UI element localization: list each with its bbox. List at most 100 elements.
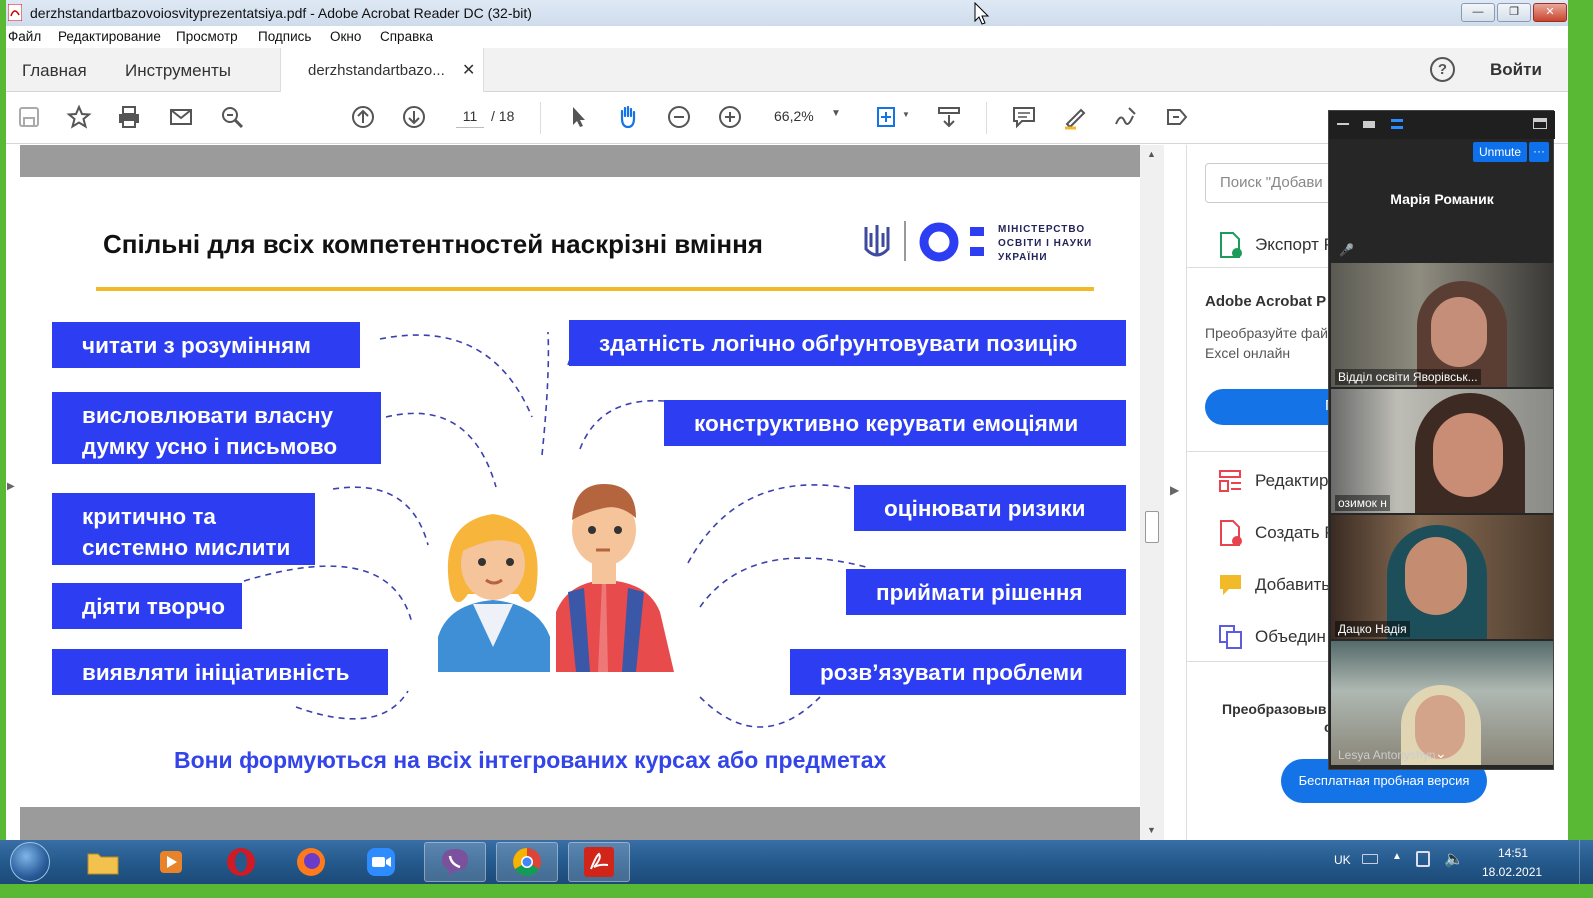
menu-bar: Файл Редактирование Просмотр Подпись Окн…	[6, 26, 1568, 48]
close-tab-icon[interactable]: ✕	[462, 60, 475, 80]
tab-document[interactable]: derzhstandartbazo... ✕	[280, 48, 484, 92]
pane-divider	[1187, 267, 1347, 268]
zoom-in-icon[interactable]	[715, 102, 745, 132]
edit-pdf-icon[interactable]	[1217, 467, 1245, 495]
keyboard-icon[interactable]	[1362, 854, 1378, 864]
save-icon[interactable]	[14, 102, 44, 132]
zoom-level[interactable]: 66,2%	[774, 108, 814, 124]
menu-file[interactable]: Файл	[8, 29, 41, 44]
taskbar-opera[interactable]	[210, 842, 272, 882]
show-desktop-button[interactable]	[1579, 840, 1593, 884]
skill-box-right-3: оцінювати ризики	[854, 485, 1126, 531]
zoom-dropdown-icon[interactable]: ▼	[831, 108, 841, 119]
zoom-meeting-window[interactable]: Unmute ··· Марія Романик 🎤 Відділ освіти…	[1328, 110, 1555, 770]
skill-box-left-4: діяти творчо	[52, 583, 242, 629]
participant-name-1: Відділ освіти Яворівськ...	[1335, 369, 1481, 385]
select-cursor-icon[interactable]	[563, 102, 593, 132]
participant-tile-4[interactable]: Lesya Antonyshyn ⌄	[1331, 641, 1553, 765]
taskbar-firefox[interactable]	[280, 842, 342, 882]
email-icon[interactable]	[166, 102, 196, 132]
scroll-mode-icon[interactable]	[934, 102, 964, 132]
promo-title: Adobe Acrobat P	[1205, 293, 1327, 310]
scroll-down-icon[interactable]: ▼	[1147, 825, 1156, 835]
minimize-button[interactable]: —	[1461, 3, 1495, 22]
print-icon[interactable]	[114, 102, 144, 132]
start-button[interactable]	[10, 842, 50, 882]
zoom-out-icon[interactable]	[664, 102, 694, 132]
menu-view[interactable]: Просмотр	[176, 29, 238, 44]
expand-left-icon[interactable]: ▶	[7, 481, 15, 492]
taskbar-viber[interactable]	[424, 842, 486, 882]
fill-sign-icon[interactable]	[1162, 102, 1192, 132]
clock-date[interactable]: 18.02.2021	[1482, 865, 1542, 879]
create-pdf-label[interactable]: Создать P	[1255, 523, 1336, 543]
page-gap	[20, 145, 1140, 177]
help-icon[interactable]: ?	[1430, 57, 1455, 82]
scroll-thumb[interactable]	[1145, 511, 1159, 543]
acrobat-icon	[584, 847, 614, 877]
sign-icon[interactable]	[1111, 102, 1141, 132]
page-down-icon[interactable]	[399, 102, 429, 132]
fit-dropdown-icon[interactable]: ▼	[902, 110, 910, 119]
participant-tile-3[interactable]: Дацко Надія	[1331, 515, 1553, 639]
search-icon[interactable]	[217, 102, 247, 132]
participant-face-1	[1431, 297, 1487, 367]
zoom-minimize-icon[interactable]	[1337, 123, 1349, 125]
folder-icon	[87, 853, 119, 875]
document-viewer[interactable]: ▶ Спільні для всіх компетентностей наскр…	[6, 145, 1186, 840]
page-up-icon[interactable]	[348, 102, 378, 132]
taskbar-media[interactable]	[140, 842, 202, 882]
zoom-gallery-icon[interactable]	[1391, 119, 1403, 129]
taskbar-chrome[interactable]	[496, 842, 558, 882]
active-speaker-name: Марія Романик	[1390, 191, 1494, 207]
comment-icon[interactable]	[1009, 102, 1039, 132]
participant-name-4: Lesya Antonyshyn	[1338, 748, 1436, 762]
add-comment-icon[interactable]	[1217, 571, 1245, 599]
menu-sign[interactable]: Подпись	[258, 29, 311, 44]
tab-home[interactable]: Главная	[22, 61, 87, 81]
create-pdf-icon[interactable]	[1217, 519, 1245, 547]
language-indicator[interactable]: UK	[1334, 853, 1351, 867]
taskbar-explorer[interactable]	[72, 842, 134, 882]
network-icon[interactable]	[1416, 851, 1430, 867]
edit-pdf-label[interactable]: Редактир	[1255, 471, 1328, 491]
skill-text: діяти творчо	[82, 594, 226, 619]
combine-files-icon[interactable]	[1217, 623, 1245, 651]
title-bar: derzhstandartbazovoiosvityprezentatsiya.…	[6, 0, 1568, 26]
restore-button[interactable]: ❐	[1497, 3, 1531, 22]
fit-page-icon[interactable]	[872, 102, 902, 132]
taskbar-acrobat[interactable]	[568, 842, 630, 882]
add-comment-label[interactable]: Добавить	[1255, 575, 1330, 595]
hand-tool-icon[interactable]	[613, 102, 643, 132]
combine-files-label[interactable]: Объедин	[1255, 627, 1326, 647]
tray-expand-icon[interactable]: ▲	[1392, 851, 1402, 862]
menu-help[interactable]: Справка	[380, 29, 433, 44]
zoom-exit-mini-icon[interactable]	[1533, 118, 1547, 129]
bookmark-star-icon[interactable]	[64, 102, 94, 132]
volume-icon[interactable]: 🔈	[1444, 849, 1464, 869]
export-pdf-label[interactable]: Экспорт P	[1255, 235, 1335, 255]
participant-tile-2[interactable]: озимок н	[1331, 389, 1553, 513]
taskbar-zoom[interactable]	[350, 842, 412, 882]
participant-name-3: Дацко Надія	[1335, 621, 1410, 637]
participant-tile-1[interactable]: Відділ освіти Яворівськ...	[1331, 263, 1553, 387]
signin-link[interactable]: Войти	[1490, 60, 1542, 80]
more-options-button[interactable]: ···	[1529, 142, 1549, 162]
scroll-up-icon[interactable]: ▲	[1147, 149, 1156, 159]
export-pdf-icon[interactable]	[1217, 231, 1245, 259]
collapse-right-icon[interactable]: ▶	[1170, 483, 1179, 497]
clock-time[interactable]: 14:51	[1498, 846, 1528, 860]
menu-window[interactable]: Окно	[330, 29, 361, 44]
zoom-view-icon[interactable]	[1363, 121, 1375, 128]
highlight-pen-icon[interactable]	[1060, 102, 1090, 132]
scroll-participants-icon[interactable]: ⌄	[1435, 745, 1447, 762]
menu-edit[interactable]: Редактирование	[58, 29, 161, 44]
help-icon-glyph: ?	[1437, 61, 1448, 78]
tab-tools[interactable]: Инструменты	[125, 61, 231, 81]
vertical-scrollbar[interactable]: ▲ ▼	[1140, 145, 1164, 840]
pane-divider	[1187, 451, 1347, 452]
page-number-input[interactable]: 11	[456, 108, 484, 128]
close-button[interactable]: ✕	[1533, 3, 1567, 22]
unmute-button[interactable]: Unmute	[1473, 142, 1527, 162]
pane-divider	[1187, 661, 1347, 662]
